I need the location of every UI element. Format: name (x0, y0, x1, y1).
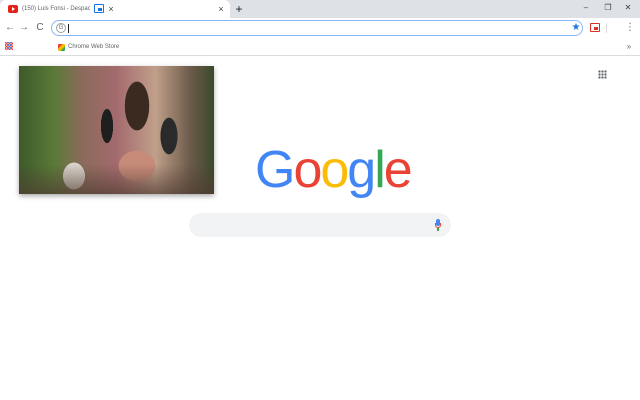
window-close-button[interactable]: ✕ (620, 1, 636, 15)
chrome-web-store-icon (58, 43, 65, 51)
omnibox[interactable]: G ★ (51, 20, 583, 36)
picture-in-picture-video[interactable] (19, 66, 214, 194)
logo-letter: G (255, 141, 295, 199)
browser-window: (150) Luis Fonsi - Despacito × × + – ❐ ✕… (0, 0, 640, 400)
logo-letter: g (347, 141, 376, 199)
google-apps-icon[interactable] (598, 70, 607, 79)
reload-button[interactable]: C (33, 20, 47, 36)
search-input[interactable] (201, 217, 421, 233)
chrome-menu-button[interactable]: ⋮ (624, 20, 636, 36)
new-tab-page: Google (0, 57, 640, 400)
logo-letter: o (293, 141, 322, 199)
picture-in-picture-extension-icon[interactable] (590, 23, 600, 32)
bookmarks-overflow-button[interactable]: » (624, 41, 634, 53)
search-box[interactable] (189, 213, 451, 237)
toolbar-divider (606, 23, 607, 33)
tab-youtube[interactable]: (150) Luis Fonsi - Despacito × × (0, 0, 230, 18)
toolbar: ← → C G ★ ⋮ (0, 18, 640, 38)
text-caret (68, 24, 69, 33)
logo-letter: e (383, 141, 413, 199)
bookmark-label: Chrome Web Store (68, 44, 120, 50)
tab-title: (150) Luis Fonsi - Despacito (22, 6, 90, 12)
tab-close-button[interactable]: × (216, 3, 226, 15)
picture-in-picture-icon[interactable] (94, 4, 104, 13)
mic-stem (437, 228, 439, 231)
google-search-icon: G (56, 23, 66, 33)
back-button[interactable]: ← (3, 20, 17, 36)
apps-icon[interactable] (5, 42, 13, 50)
bookmark-chrome-web-store[interactable]: Chrome Web Store (58, 41, 119, 53)
bookmarks-bar: Chrome Web Store » (0, 38, 640, 56)
google-logo: Google (255, 141, 413, 199)
youtube-icon (8, 5, 18, 13)
forward-button[interactable]: → (17, 20, 31, 36)
restore-button[interactable]: ❐ (600, 1, 616, 15)
video-frame-shade (19, 164, 214, 194)
bookmark-star-icon[interactable]: ★ (570, 21, 582, 35)
close-icon[interactable]: × (106, 3, 116, 15)
logo-letter: o (320, 141, 349, 199)
new-tab-button[interactable]: + (233, 2, 245, 16)
logo-letter: l (374, 141, 385, 199)
tab-strip: (150) Luis Fonsi - Despacito × × + – ❐ ✕ (0, 0, 640, 18)
address-input[interactable] (70, 22, 550, 34)
minimize-button[interactable]: – (578, 1, 594, 15)
microphone-icon[interactable] (435, 219, 441, 231)
